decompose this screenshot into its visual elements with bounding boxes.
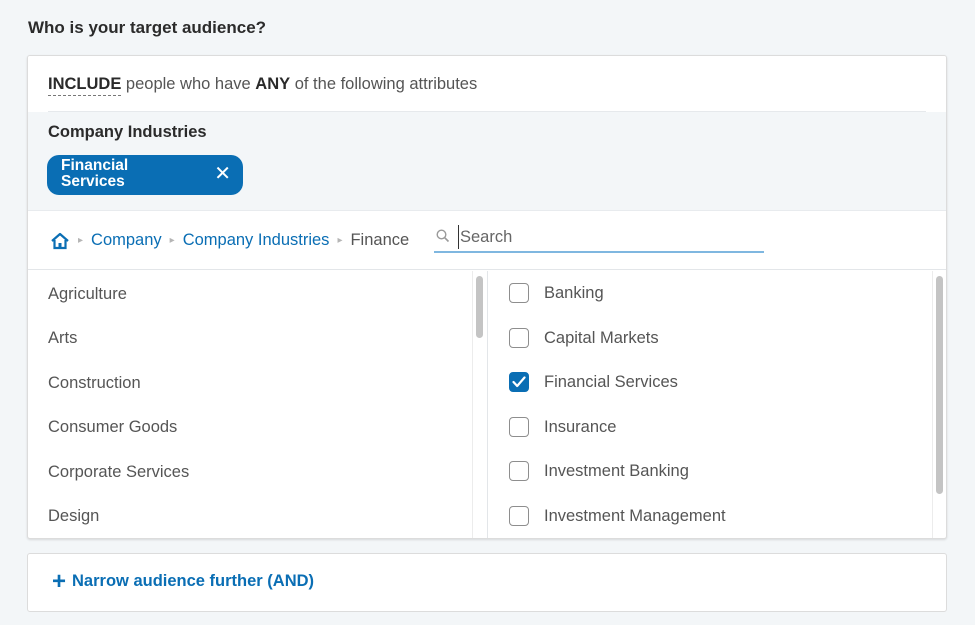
- selected-pill: Financial Services ✕: [47, 155, 243, 195]
- plus-icon: +: [52, 567, 67, 595]
- targeting-card: INCLUDE people who have ANY of the follo…: [27, 55, 947, 539]
- include-row: INCLUDE people who have ANY of the follo…: [28, 56, 946, 112]
- subcategory-label: Investment Management: [544, 506, 726, 525]
- subcategory-label: Banking: [544, 283, 604, 302]
- checkbox[interactable]: [509, 506, 529, 526]
- any-keyword: ANY: [255, 75, 291, 93]
- breadcrumb: ▸ Company ▸ Company Industries ▸ Finance: [50, 231, 409, 250]
- facet-title: Company Industries: [48, 123, 207, 141]
- narrow-audience-card: + Narrow audience further (AND): [27, 553, 947, 612]
- chevron-right-icon: ▸: [337, 235, 343, 246]
- category-item[interactable]: Corporate Services: [48, 463, 189, 482]
- search-icon: [436, 229, 450, 243]
- checkbox[interactable]: [509, 461, 529, 481]
- left-scrollbar-thumb[interactable]: [476, 276, 483, 338]
- include-text-1: people who have: [121, 75, 256, 93]
- subcategory-label: Financial Services: [544, 372, 678, 391]
- left-scrollbar[interactable]: [472, 271, 486, 538]
- subcategory-list: Banking Capital Markets Financial Servic…: [488, 271, 946, 538]
- breadcrumb-finance: Finance: [350, 231, 410, 249]
- category-item[interactable]: Agriculture: [48, 285, 127, 304]
- home-icon[interactable]: [50, 232, 70, 250]
- category-item[interactable]: Consumer Goods: [48, 418, 177, 437]
- include-text-2: of the following attributes: [290, 75, 478, 93]
- subcategory-item[interactable]: Financial Services: [509, 372, 678, 392]
- subcategory-item[interactable]: Banking: [509, 283, 604, 303]
- subcategory-item[interactable]: Insurance: [509, 417, 616, 437]
- category-item[interactable]: Design: [48, 507, 99, 526]
- subcategory-label: Investment Banking: [544, 461, 689, 480]
- subcategory-item[interactable]: Capital Markets: [509, 328, 659, 348]
- subcategory-label: Capital Markets: [544, 328, 659, 347]
- subcategory-item[interactable]: Investment Management: [509, 506, 726, 526]
- page-title: Who is your target audience?: [28, 18, 267, 37]
- chevron-right-icon: ▸: [169, 235, 175, 246]
- checkbox[interactable]: [509, 417, 529, 437]
- breadcrumb-company-industries[interactable]: Company Industries: [183, 231, 330, 250]
- search-input[interactable]: [458, 225, 758, 249]
- selected-pill-label: Financial Services: [61, 157, 129, 190]
- include-keyword-toggle[interactable]: INCLUDE: [48, 75, 122, 96]
- category-list: Agriculture Arts Construction Consumer G…: [28, 271, 488, 538]
- narrow-audience-button[interactable]: + Narrow audience further (AND): [52, 567, 315, 595]
- checkmark-icon: [512, 376, 526, 388]
- subcategory-label: Insurance: [544, 417, 617, 436]
- browse-nav: ▸ Company ▸ Company Industries ▸ Finance: [28, 210, 946, 270]
- category-item[interactable]: Construction: [48, 374, 141, 393]
- checkbox-checked[interactable]: [509, 372, 529, 392]
- search-field: [434, 221, 764, 253]
- category-item[interactable]: Arts: [48, 329, 77, 348]
- close-icon[interactable]: ✕: [214, 164, 231, 184]
- narrow-audience-label: Narrow audience further (AND): [72, 572, 315, 590]
- include-statement: INCLUDE people who have ANY of the follo…: [48, 75, 478, 96]
- breadcrumb-company[interactable]: Company: [91, 231, 162, 250]
- checkbox[interactable]: [509, 283, 529, 303]
- subcategory-item[interactable]: Investment Banking: [509, 461, 689, 481]
- right-scrollbar[interactable]: [932, 271, 946, 538]
- chevron-right-icon: ▸: [78, 235, 84, 246]
- category-lists: Agriculture Arts Construction Consumer G…: [28, 271, 946, 538]
- checkbox[interactable]: [509, 328, 529, 348]
- right-scrollbar-thumb[interactable]: [936, 276, 943, 494]
